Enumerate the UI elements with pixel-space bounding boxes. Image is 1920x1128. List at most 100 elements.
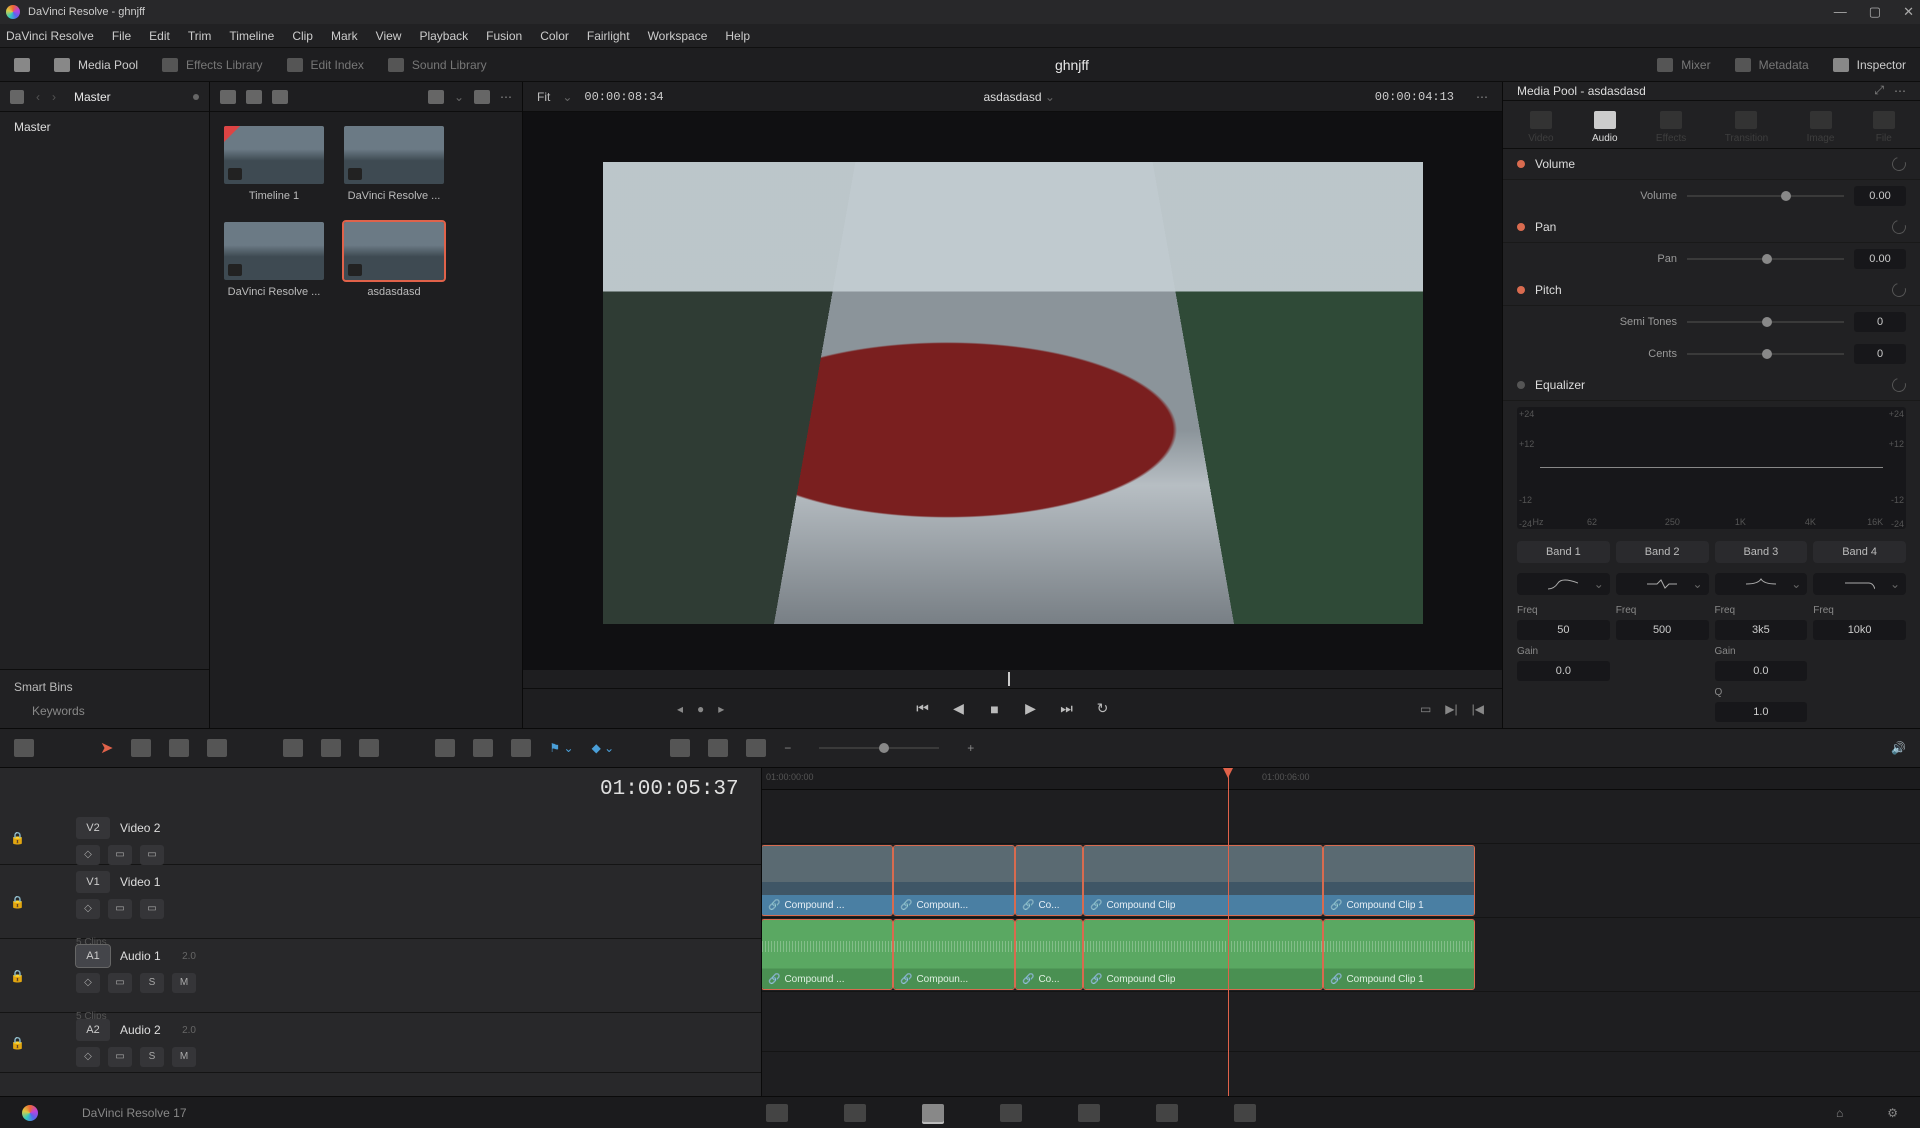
timeline-timecode[interactable]: 01:00:05:37: [0, 768, 761, 811]
track-v2-lane[interactable]: [762, 790, 1920, 844]
viewer-zoom-select[interactable]: Fit: [537, 90, 550, 104]
index-icon[interactable]: [670, 739, 690, 757]
search-icon[interactable]: [428, 90, 444, 104]
window-minimize-button[interactable]: —: [1834, 4, 1847, 20]
menu-fairlight[interactable]: Fairlight: [587, 29, 630, 43]
timeline-audio-clip[interactable]: 🔗 Co...: [1016, 920, 1082, 989]
inspector-tab-audio[interactable]: Audio: [1592, 111, 1618, 144]
cents-value[interactable]: 0: [1854, 344, 1906, 364]
menu-view[interactable]: View: [376, 29, 402, 43]
next-clip-icon[interactable]: ▶|: [1445, 702, 1457, 716]
track-a1-dest[interactable]: A1: [76, 945, 110, 967]
viewer-clip-title[interactable]: asdasdasd ⌄: [676, 90, 1363, 104]
eq-band-2[interactable]: Band 2: [1616, 541, 1709, 563]
jump-end-button[interactable]: ⏭: [1058, 700, 1076, 718]
band3-gain[interactable]: 0.0: [1715, 661, 1808, 681]
viewer-menu-icon[interactable]: ⋯: [1476, 90, 1488, 104]
auto-select-icon[interactable]: ◇: [76, 973, 100, 993]
track-lock-icon[interactable]: 🔒: [10, 895, 26, 909]
volume-slider[interactable]: [1687, 195, 1844, 197]
clip-thumb[interactable]: Timeline 1: [224, 126, 324, 202]
menu-davinci[interactable]: DaVinci Resolve: [6, 29, 94, 43]
track-a2-dest[interactable]: A2: [76, 1019, 110, 1041]
match-frame-icon[interactable]: ▭: [1420, 702, 1431, 716]
viewer-video-surface[interactable]: [603, 162, 1423, 623]
band4-freq[interactable]: 10k0: [1813, 620, 1906, 640]
page-fusion-icon[interactable]: [1000, 1104, 1022, 1122]
track-v1-lane[interactable]: 🔗 Compound ... 🔗 Compoun... 🔗 Co... 🔗 Co…: [762, 844, 1920, 918]
timeline-clip[interactable]: 🔗 Co...: [1016, 846, 1082, 915]
track-visibility-icon[interactable]: ▭: [140, 899, 164, 919]
effects-library-toggle[interactable]: Effects Library: [162, 58, 262, 72]
playhead-dot-icon[interactable]: ●: [697, 702, 704, 716]
menu-edit[interactable]: Edit: [149, 29, 170, 43]
sound-library-toggle[interactable]: Sound Library: [388, 58, 487, 72]
blade-tool-icon[interactable]: [207, 739, 227, 757]
home-icon[interactable]: ⌂: [1836, 1106, 1843, 1120]
jump-start-button[interactable]: ⏮: [914, 700, 932, 718]
menu-help[interactable]: Help: [725, 29, 750, 43]
link-icon[interactable]: [473, 739, 493, 757]
inspector-toggle[interactable]: Inspector: [1833, 58, 1906, 72]
track-lock-icon[interactable]: 🔒: [10, 969, 26, 983]
lock-icon[interactable]: [511, 739, 531, 757]
smart-bin-keywords[interactable]: Keywords: [14, 704, 195, 718]
insert-clip-icon[interactable]: [283, 739, 303, 757]
track-a2-lane[interactable]: [762, 992, 1920, 1052]
flag-dropdown[interactable]: ⚑ ⌄: [549, 741, 573, 755]
thumb-view-icon[interactable]: [220, 90, 236, 104]
menu-color[interactable]: Color: [540, 29, 569, 43]
track-enable-icon[interactable]: ▭: [108, 899, 132, 919]
window-close-button[interactable]: ✕: [1903, 4, 1914, 20]
play-button[interactable]: ▶: [1022, 700, 1040, 718]
band4-shape-select[interactable]: ⌄: [1813, 573, 1906, 595]
band1-gain[interactable]: 0.0: [1517, 661, 1610, 681]
solo-button[interactable]: S: [140, 1047, 164, 1067]
timeline-clip[interactable]: 🔗 Compound ...: [762, 846, 892, 915]
timeline-ruler[interactable]: 01:00:00:00 01:00:06:00: [762, 768, 1920, 790]
band2-freq[interactable]: 500: [1616, 620, 1709, 640]
timeline-clip[interactable]: 🔗 Compoun...: [894, 846, 1014, 915]
bin-layout-icon[interactable]: [10, 90, 24, 104]
metadata-toggle[interactable]: Metadata: [1735, 58, 1809, 72]
inspector-tab-transition[interactable]: Transition: [1725, 111, 1769, 144]
reset-pitch-icon[interactable]: [1889, 280, 1908, 299]
next-edit-icon[interactable]: ▸: [718, 702, 724, 716]
list-view-icon[interactable]: [272, 90, 288, 104]
inspector-expand-icon[interactable]: ⤢: [1874, 83, 1884, 98]
inspector-tab-video[interactable]: Video: [1528, 111, 1553, 144]
mute-button[interactable]: M: [172, 1047, 196, 1067]
band3-freq[interactable]: 3k5: [1715, 620, 1808, 640]
track-record-icon[interactable]: ▭: [108, 1047, 132, 1067]
auto-select-icon[interactable]: ◇: [76, 899, 100, 919]
viewer-timecode-in[interactable]: 00:00:08:34: [584, 90, 663, 104]
full-extent-button[interactable]: [14, 58, 30, 72]
track-v1-dest[interactable]: V1: [76, 871, 110, 893]
band2-shape-select[interactable]: ⌄: [1616, 573, 1709, 595]
timeline-audio-clip[interactable]: 🔗 Compoun...: [894, 920, 1014, 989]
stop-button[interactable]: ■: [986, 700, 1004, 718]
zoom-icon[interactable]: [746, 739, 766, 757]
track-a1-lane[interactable]: 🔗 Compound ... 🔗 Compoun... 🔗 Co... 🔗 Co…: [762, 918, 1920, 992]
timeline-zoom-slider[interactable]: [819, 747, 939, 749]
menu-mark[interactable]: Mark: [331, 29, 358, 43]
sort-icon[interactable]: [474, 90, 490, 104]
viewer-scrub-bar[interactable]: [523, 670, 1502, 688]
band3-q[interactable]: 1.0: [1715, 702, 1808, 722]
project-settings-icon[interactable]: ⚙: [1887, 1106, 1898, 1120]
volume-value[interactable]: 0.00: [1854, 186, 1906, 206]
timeline-audio-clip[interactable]: 🔗 Compound Clip 1: [1324, 920, 1474, 989]
menu-clip[interactable]: Clip: [292, 29, 313, 43]
inspector-tab-image[interactable]: Image: [1807, 111, 1835, 144]
track-lock-icon[interactable]: 🔒: [10, 831, 26, 845]
menu-fusion[interactable]: Fusion: [486, 29, 522, 43]
current-bin-label[interactable]: Master: [74, 90, 111, 104]
selection-tool-icon[interactable]: ➤: [100, 738, 113, 758]
timeline-clip[interactable]: 🔗 Compound Clip 1: [1324, 846, 1474, 915]
menu-file[interactable]: File: [112, 29, 131, 43]
section-pitch[interactable]: Pitch: [1535, 283, 1562, 297]
eq-band-1[interactable]: Band 1: [1517, 541, 1610, 563]
trim-tool-icon[interactable]: [131, 739, 151, 757]
pan-value[interactable]: 0.00: [1854, 249, 1906, 269]
dynamic-trim-icon[interactable]: [169, 739, 189, 757]
